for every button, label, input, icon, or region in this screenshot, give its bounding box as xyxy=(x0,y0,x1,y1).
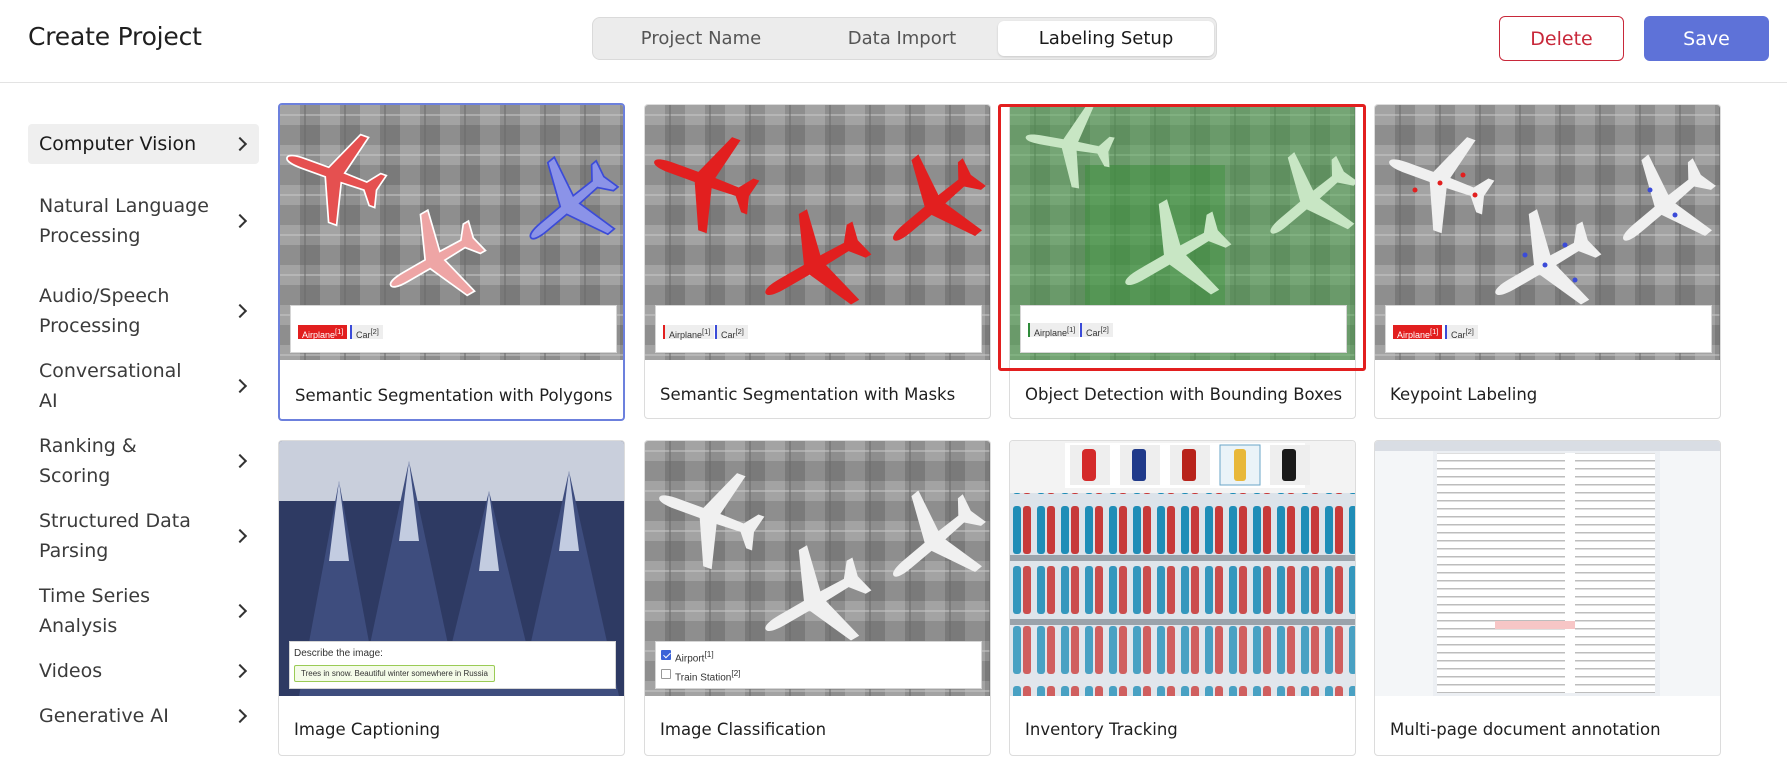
sidebar-item-label: Natural Language Processing xyxy=(39,195,209,247)
template-thumbnail: Airplane[1] Car[2] xyxy=(645,105,990,360)
chevron-right-icon xyxy=(232,378,248,394)
chevron-right-icon xyxy=(232,136,248,152)
step-tabs: Project Name Data Import Labeling Setup xyxy=(592,17,1217,60)
template-title: Keypoint Labeling xyxy=(1390,385,1538,404)
sidebar-item-conversational[interactable]: Conversational AI xyxy=(28,356,259,416)
header: Create Project Project Name Data Import … xyxy=(0,0,1787,83)
template-card-keypoints[interactable]: Airplane[1] Car[2] Keypoint Labeling xyxy=(1374,104,1721,419)
caption-input[interactable]: Trees in snow. Beautiful winter somewher… xyxy=(294,665,495,682)
template-card-inventory[interactable]: Inventory Tracking xyxy=(1009,440,1356,756)
sidebar-item-label: Computer Vision xyxy=(39,133,197,155)
sidebar-item-ranking[interactable]: Ranking & Scoring xyxy=(28,431,259,491)
template-title: Inventory Tracking xyxy=(1025,720,1178,739)
template-card-polygons[interactable]: Airplane[1] Car[2] Semantic Segmentation… xyxy=(278,103,625,421)
tag-airplane: Airplane[1] xyxy=(1028,323,1080,338)
sidebar-item-audio[interactable]: Audio/Speech Processing xyxy=(28,281,259,341)
template-thumbnail xyxy=(1375,441,1720,696)
tab-data-import[interactable]: Data Import xyxy=(806,21,998,56)
template-title: Object Detection with Bounding Boxes xyxy=(1025,385,1343,404)
chevron-right-icon xyxy=(232,303,248,319)
template-card-classification[interactable]: Airport[1] Train Station[2] Image Classi… xyxy=(644,440,991,756)
sidebar-item-label: Conversational AI xyxy=(39,360,182,412)
template-title: Semantic Segmentation with Masks xyxy=(660,385,956,404)
sidebar-item-label: Time Series Analysis xyxy=(39,585,150,637)
template-title: Multi-page document annotation xyxy=(1390,720,1661,739)
tag-airplane: Airplane[1] xyxy=(663,325,715,340)
tag-car: Car[2] xyxy=(715,325,748,340)
chevron-right-icon xyxy=(232,453,248,469)
tag-car: Car[2] xyxy=(1445,325,1478,340)
tab-project-name[interactable]: Project Name xyxy=(596,21,806,56)
caption-prompt: Describe the image: xyxy=(294,648,383,659)
checkbox-train-station[interactable] xyxy=(661,669,671,679)
chevron-right-icon xyxy=(232,603,248,619)
tag-airplane: Airplane[1] xyxy=(298,325,348,340)
template-card-masks[interactable]: Airplane[1] Car[2] Semantic Segmentation… xyxy=(644,104,991,419)
template-card-bounding-boxes[interactable]: Airplane[1] Car[2] Object Detection with… xyxy=(1009,104,1356,419)
template-thumbnail xyxy=(1010,441,1355,696)
tab-labeling-setup[interactable]: Labeling Setup xyxy=(998,21,1214,56)
checkbox-airport[interactable] xyxy=(661,650,671,660)
sidebar-item-time-series[interactable]: Time Series Analysis xyxy=(28,581,259,641)
chevron-right-icon xyxy=(232,708,248,724)
template-thumbnail: Airport[1] Train Station[2] xyxy=(645,441,990,696)
chevron-right-icon xyxy=(232,528,248,544)
template-thumbnail: Airplane[1] Car[2] xyxy=(280,105,623,360)
page-title: Create Project xyxy=(28,22,202,51)
template-title: Image Classification xyxy=(660,720,827,739)
sidebar-item-label: Generative AI xyxy=(39,705,169,727)
template-thumbnail: Airplane[1] Car[2] xyxy=(1010,105,1355,360)
tag-car: Car[2] xyxy=(1080,323,1113,338)
template-card-document[interactable]: Multi-page document annotation xyxy=(1374,440,1721,756)
choice-train-station: Train Station[2] xyxy=(675,668,741,684)
sidebar-item-computer-vision[interactable]: Computer Vision xyxy=(28,124,259,164)
tag-airplane: Airplane[1] xyxy=(1393,325,1443,340)
tag-car: Car[2] xyxy=(350,325,383,340)
chevron-right-icon xyxy=(232,663,248,679)
sidebar-item-label: Videos xyxy=(39,660,103,682)
delete-button[interactable]: Delete xyxy=(1499,16,1624,61)
sidebar-item-generative[interactable]: Generative AI xyxy=(28,701,259,731)
template-title: Semantic Segmentation with Polygons xyxy=(295,386,613,405)
sidebar-item-label: Structured Data Parsing xyxy=(39,510,191,562)
save-button[interactable]: Save xyxy=(1644,16,1769,61)
sidebar-item-structured[interactable]: Structured Data Parsing xyxy=(28,506,259,566)
category-sidebar: Computer Vision Natural Language Process… xyxy=(28,124,260,731)
chevron-right-icon xyxy=(232,213,248,229)
template-thumbnail: Airplane[1] Car[2] xyxy=(1375,105,1720,360)
sidebar-item-nlp[interactable]: Natural Language Processing xyxy=(28,176,259,266)
template-title: Image Captioning xyxy=(294,720,441,739)
sidebar-item-videos[interactable]: Videos xyxy=(28,656,259,686)
sidebar-item-label: Ranking & Scoring xyxy=(39,435,137,487)
choice-airport: Airport[1] xyxy=(675,649,714,665)
template-card-captioning[interactable]: Describe the image: Trees in snow. Beaut… xyxy=(278,440,625,756)
template-thumbnail: Describe the image: Trees in snow. Beaut… xyxy=(279,441,624,696)
sidebar-item-label: Audio/Speech Processing xyxy=(39,285,170,337)
